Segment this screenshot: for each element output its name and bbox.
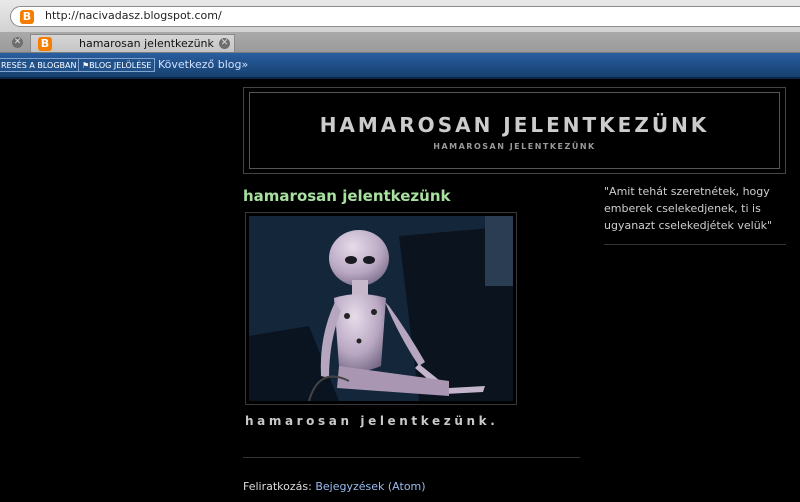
sidebar-divider bbox=[604, 244, 786, 245]
post-body-text: hamarosan jelentkezünk. bbox=[245, 414, 499, 428]
flag-blog-button[interactable]: ⚑BLOG JELÖLÉSE bbox=[78, 58, 156, 72]
sidebar-quote: "Amit tehát szeretnétek, hogy emberek cs… bbox=[604, 185, 773, 232]
post-title[interactable]: hamarosan jelentkezünk bbox=[243, 187, 451, 205]
blogger-favicon-icon: B bbox=[38, 37, 52, 51]
alien-figure-picture bbox=[249, 216, 513, 401]
blog-header: HAMAROSAN JELENTKEZÜNK HAMAROSAN JELENTK… bbox=[243, 87, 786, 174]
url-field[interactable]: B http://nacivadasz.blogspot.com/ bbox=[10, 6, 800, 27]
feed-subscribe: Feliratkozás: Bejegyzések (Atom) bbox=[243, 480, 426, 493]
search-blog-button[interactable]: RESÉS A BLOGBAN bbox=[0, 58, 81, 72]
blog-title[interactable]: HAMAROSAN JELENTKEZÜNK bbox=[250, 113, 779, 137]
address-bar: B http://nacivadasz.blogspot.com/ bbox=[0, 0, 800, 33]
post-image[interactable] bbox=[249, 216, 513, 401]
feed-label: Feliratkozás: bbox=[243, 480, 312, 493]
tab-strip: ✕ B hamarosan jelentkezünk ✕ bbox=[0, 33, 800, 53]
post-image-frame bbox=[245, 212, 517, 405]
header-inner-frame: HAMAROSAN JELENTKEZÜNK HAMAROSAN JELENTK… bbox=[249, 92, 780, 169]
close-tab-icon[interactable]: ✕ bbox=[12, 37, 23, 48]
blogger-navbar: RESÉS A BLOGBAN ⚑BLOG JELÖLÉSE Következő… bbox=[0, 53, 800, 79]
tab-active[interactable]: B hamarosan jelentkezünk ✕ bbox=[30, 34, 235, 52]
atom-feed-link[interactable]: Bejegyzések (Atom) bbox=[315, 480, 425, 493]
close-tab-icon[interactable]: ✕ bbox=[219, 38, 230, 49]
next-blog-link[interactable]: Következő blog» bbox=[158, 58, 248, 71]
blogger-favicon-icon: B bbox=[20, 10, 34, 24]
blog-description: HAMAROSAN JELENTKEZÜNK bbox=[433, 142, 596, 151]
post-footer-divider bbox=[243, 457, 580, 458]
url-text[interactable]: http://nacivadasz.blogspot.com/ bbox=[45, 9, 222, 22]
tab-title: hamarosan jelentkezünk bbox=[79, 37, 214, 50]
